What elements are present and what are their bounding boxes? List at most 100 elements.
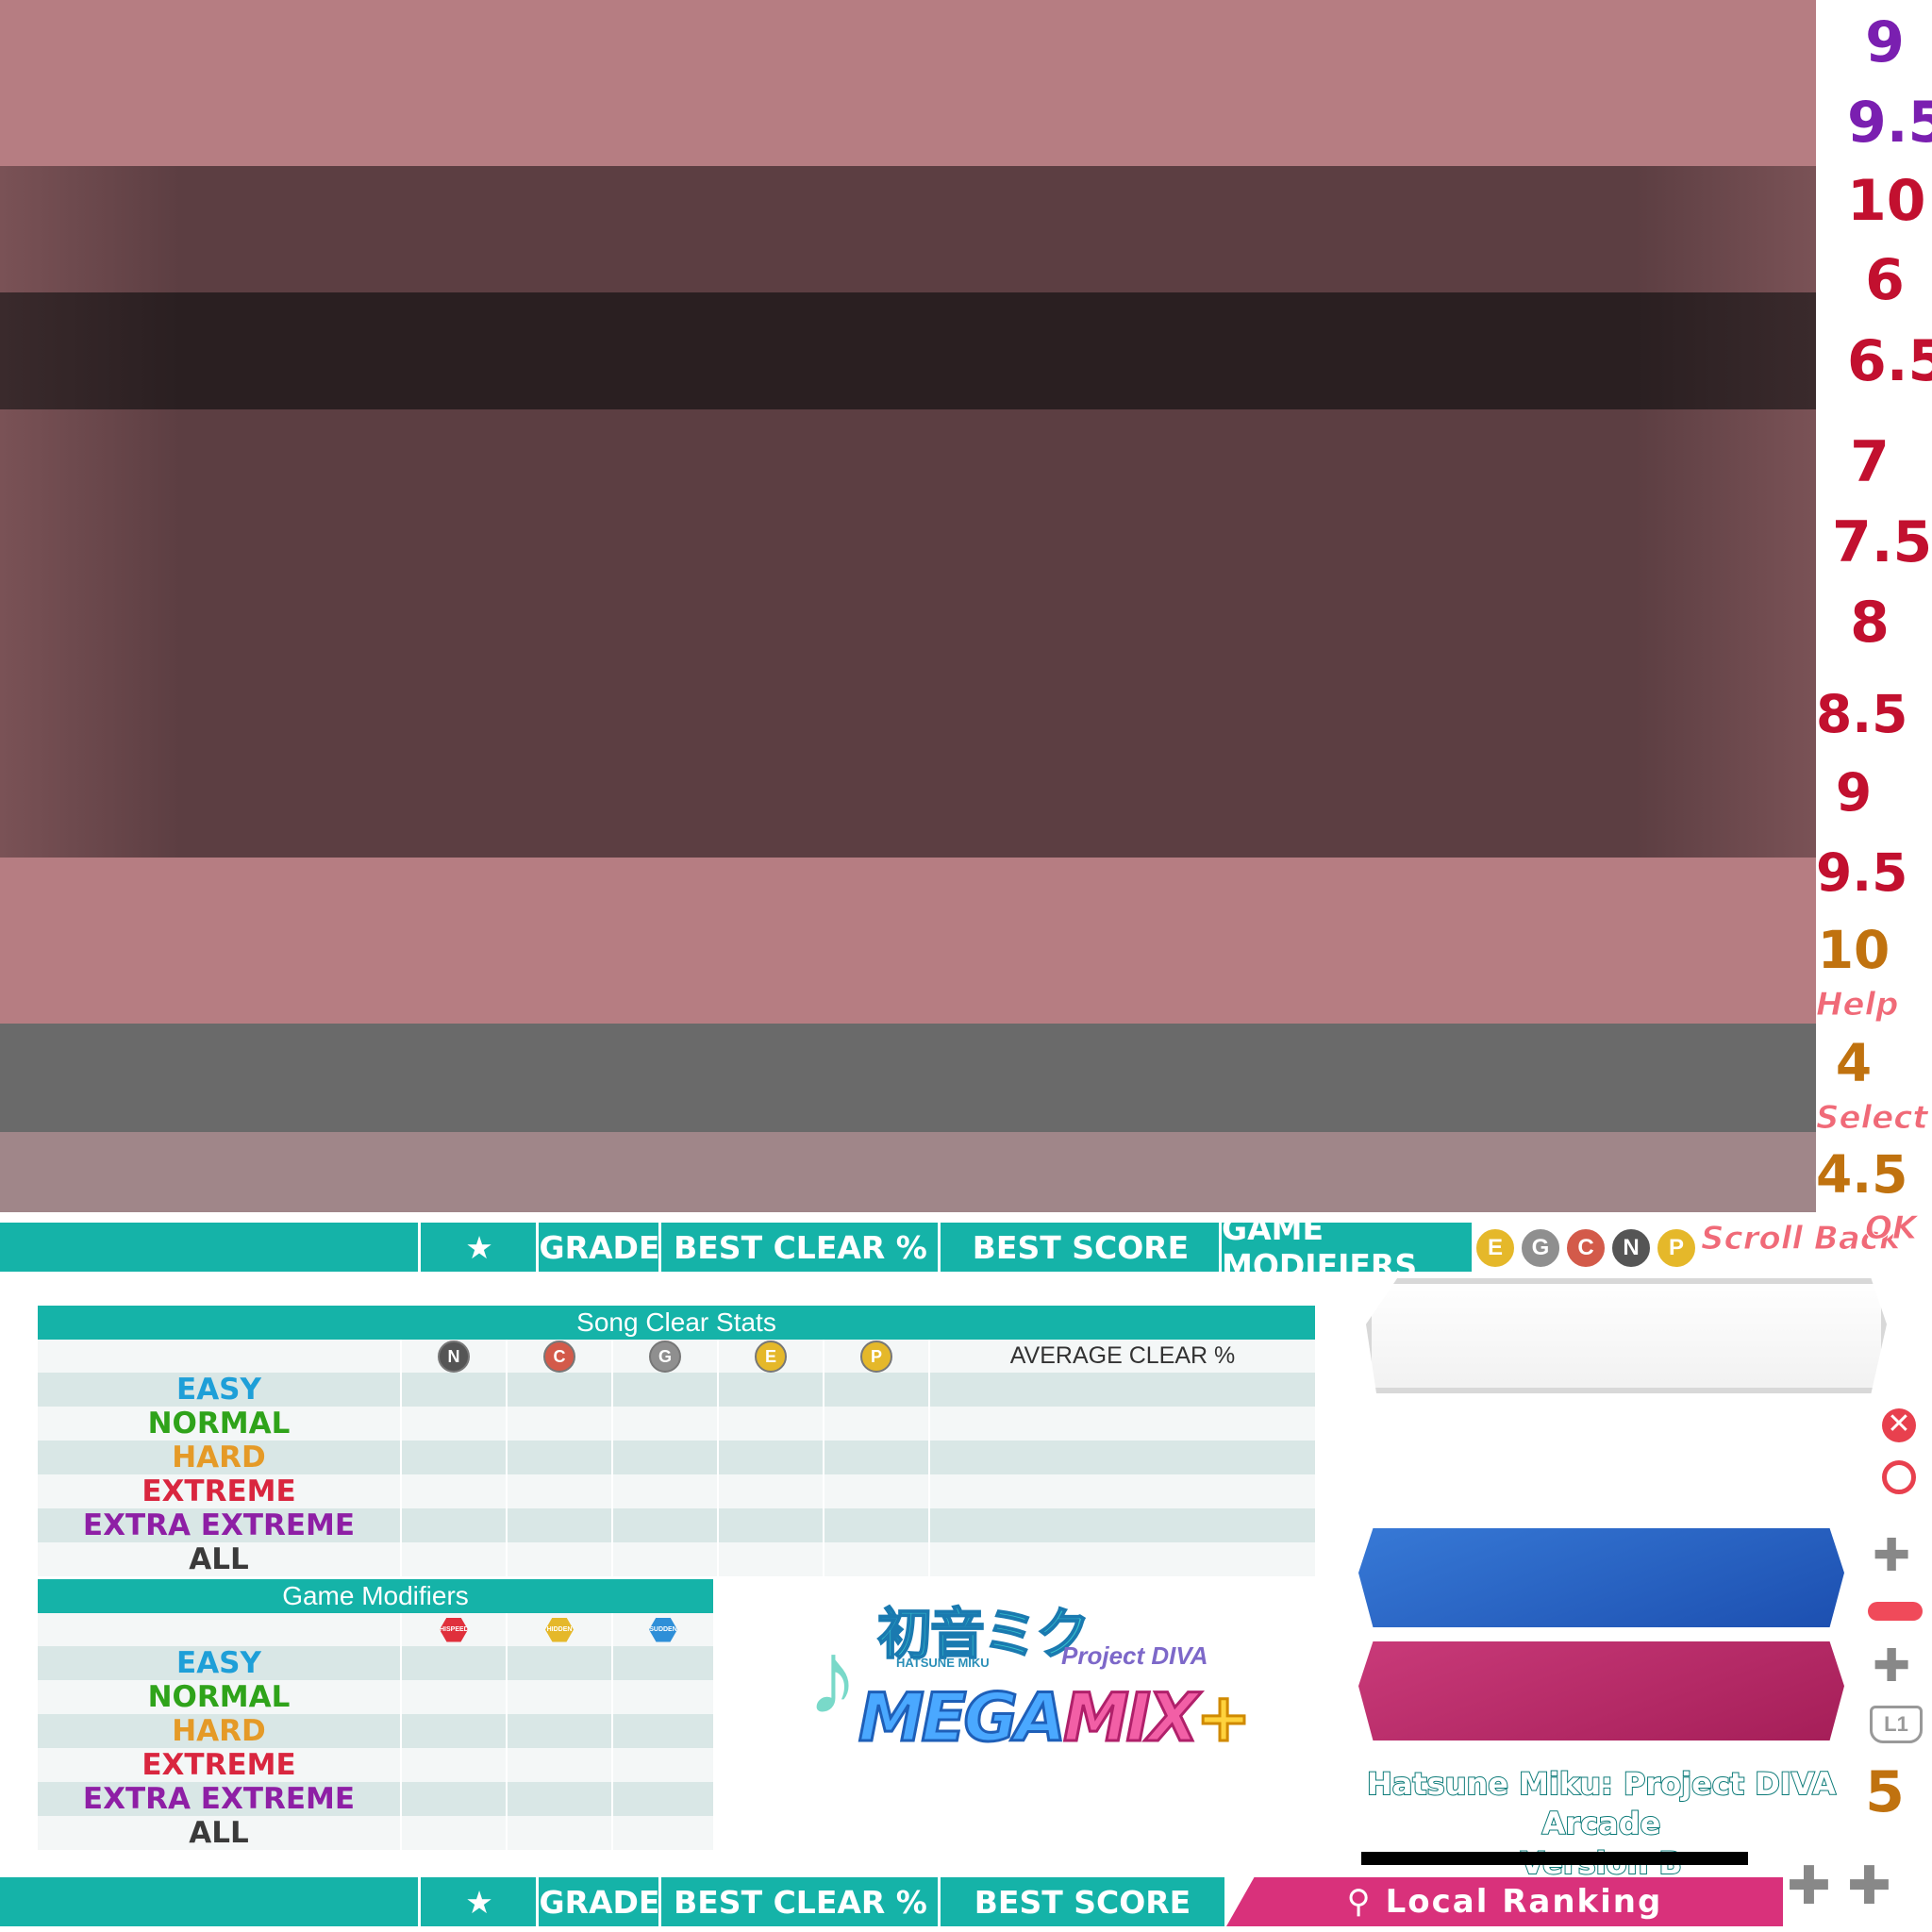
arcade-title: Hatsune Miku: Project DIVA Arcade Versio… [1358, 1764, 1844, 1883]
coin-n-icon: N [1609, 1226, 1653, 1270]
best-score-column-header[interactable]: BEST SCORE [938, 1223, 1221, 1272]
hispeed-icon: HISPEED [440, 1617, 468, 1642]
table-cell [507, 1816, 613, 1850]
dpad-bottom-left-icon: ✚ [1787, 1856, 1831, 1915]
logo-mega: MEGA [857, 1678, 1067, 1758]
table-cell [612, 1646, 715, 1680]
grade-column-header-bottom[interactable]: GRADE [536, 1877, 660, 1926]
dpad-left-icon: ✚ [1873, 1531, 1911, 1581]
best-score-column-header-bottom[interactable]: BEST SCORE [938, 1877, 1224, 1926]
table-cell [401, 1816, 508, 1850]
local-ranking-label: Local Ranking [1385, 1883, 1663, 1921]
table-cell [612, 1748, 715, 1782]
table-cell [612, 1373, 719, 1407]
coin-p-icon: P [1655, 1226, 1698, 1270]
game-modifiers-title: Game Modifiers [38, 1579, 715, 1613]
l1-button-icon: L1 [1870, 1706, 1923, 1743]
table-cell [718, 1474, 824, 1508]
table-cell [929, 1474, 1317, 1508]
table-row: ALL [38, 1816, 715, 1850]
table-cell [507, 1407, 613, 1441]
difficulty-number: 9.5 [1846, 89, 1932, 158]
table-cell [507, 1474, 613, 1508]
difficulty-label: EASY [38, 1373, 402, 1407]
table-cell [612, 1714, 715, 1748]
difficulty-label: ALL [38, 1542, 402, 1576]
bg-stripe-dark-2 [0, 409, 1816, 858]
difficulty-label: ALL [38, 1816, 402, 1850]
table-cell [612, 1782, 715, 1816]
table-cell [929, 1441, 1317, 1474]
table-cell [718, 1373, 824, 1407]
logo-project-diva: Project DIVA [1061, 1641, 1208, 1670]
difficulty-label: EXTRA EXTREME [38, 1782, 402, 1816]
logo-mix: MIX [1062, 1678, 1201, 1758]
local-ranking-tab[interactable]: ⚲ Local Ranking [1226, 1877, 1783, 1926]
table-cell [507, 1714, 613, 1748]
dpad-right-icon: ✚ [1873, 1641, 1911, 1691]
table-row: NORMAL [38, 1680, 715, 1714]
cross-button-icon[interactable]: ✕ [1882, 1408, 1916, 1442]
table-cell [401, 1680, 508, 1714]
table-cell [929, 1542, 1317, 1576]
table-cell [401, 1508, 508, 1542]
table-cell [612, 1407, 719, 1441]
difficulty-number: 6.5 [1846, 327, 1932, 396]
game-logo: ♪ 初音ミク HATSUNE MIKU Project DIVA MEGAMIX… [807, 1590, 1259, 1774]
bg-stripe-dark-1 [0, 166, 1816, 292]
difficulty-number: 5 [1864, 1758, 1907, 1827]
table-row: NORMAL [38, 1407, 1317, 1441]
bg-stripe-mauve [0, 1132, 1816, 1212]
table-cell [507, 1373, 613, 1407]
difficulty-number: 8 [1849, 589, 1891, 658]
difficulty-number: 4.5 [1815, 1143, 1909, 1207]
table-cell [401, 1714, 508, 1748]
star-column-header[interactable]: ★ [418, 1223, 538, 1272]
table-cell [507, 1508, 613, 1542]
table-cell [612, 1816, 715, 1850]
grade-column-header[interactable]: GRADE [536, 1223, 660, 1272]
logo-plus: + [1194, 1678, 1253, 1758]
table-cell [401, 1646, 508, 1680]
table-cell [401, 1542, 508, 1576]
info-panel [1366, 1278, 1887, 1393]
table-cell [612, 1441, 719, 1474]
table-cell [612, 1542, 719, 1576]
table-row: EXTRA EXTREME [38, 1508, 1317, 1542]
difficulty-label: HARD [38, 1714, 402, 1748]
table-cell [507, 1680, 613, 1714]
table-cell [612, 1680, 715, 1714]
help-label: Help [1816, 986, 1900, 1024]
best-clear-column-header-bottom[interactable]: BEST CLEAR % [658, 1877, 940, 1926]
hidden-icon: HIDDEN [545, 1617, 574, 1642]
best-clear-column-header[interactable]: BEST CLEAR % [658, 1223, 940, 1272]
table-cell [929, 1373, 1317, 1407]
table-cell [612, 1474, 719, 1508]
table-row: ALL [38, 1542, 1317, 1576]
sudden-icon: SUDDEN [649, 1617, 677, 1642]
star-column-header-bottom[interactable]: ★ [418, 1877, 538, 1926]
difficulty-number: 10 [1846, 167, 1928, 236]
table-row: HARD [38, 1714, 715, 1748]
difficulty-number: 9.5 [1815, 841, 1909, 905]
circle-button-icon[interactable] [1882, 1460, 1916, 1494]
bg-stripe-top [0, 0, 1816, 166]
table-cell [824, 1373, 930, 1407]
table-cell [824, 1508, 930, 1542]
song-clear-stats-title: Song Clear Stats [38, 1306, 1317, 1340]
table-cell [824, 1542, 930, 1576]
table-cell [507, 1748, 613, 1782]
coin-c-icon: C [1564, 1226, 1607, 1270]
difficulty-number: 7 [1849, 428, 1891, 497]
table-cell [507, 1646, 613, 1680]
black-divider [1361, 1852, 1748, 1865]
table-row: EXTRA EXTREME [38, 1782, 715, 1816]
medal-g-icon: G [649, 1340, 681, 1373]
game-modifiers-column-header[interactable]: GAME MODIFIERS [1219, 1210, 1472, 1284]
table-row: HARD [38, 1441, 1317, 1474]
medal-p-icon: P [860, 1340, 892, 1373]
table-row: EASY [38, 1373, 1317, 1407]
table-cell [507, 1782, 613, 1816]
table-cell [824, 1441, 930, 1474]
difficulty-label: EXTREME [38, 1748, 402, 1782]
